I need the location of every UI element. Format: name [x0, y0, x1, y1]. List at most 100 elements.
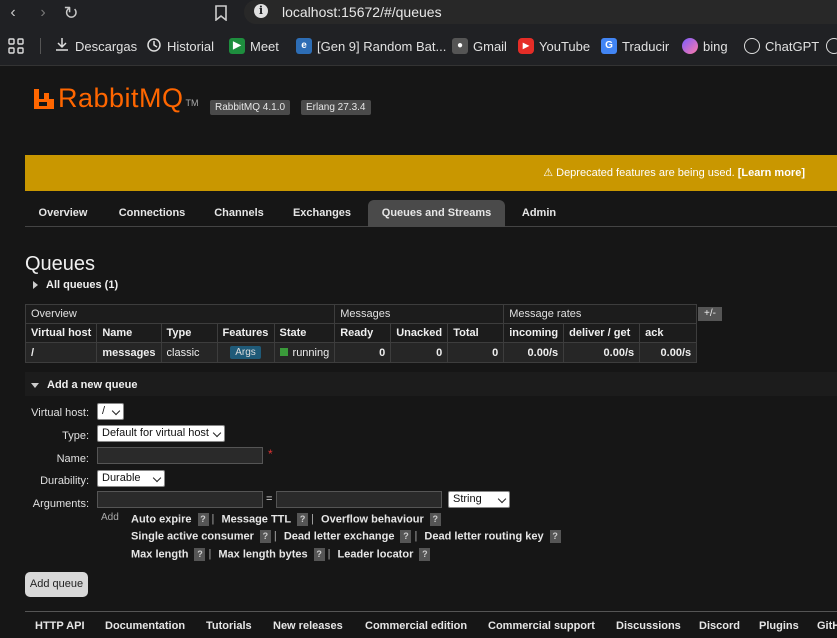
- col-incoming[interactable]: incoming: [503, 323, 565, 343]
- cell-ack: 0.00/s: [639, 342, 698, 363]
- reload-icon[interactable]: ↻: [60, 2, 82, 24]
- main-tabs: Overview Connections Channels Exchanges …: [25, 200, 837, 227]
- footer-http-api[interactable]: HTTP API: [35, 620, 85, 632]
- banner-text: ⚠ Deprecated features are being used.: [543, 167, 735, 179]
- footer-discussions[interactable]: Discussions: [616, 620, 681, 632]
- footer-links: HTTP API Documentation Tutorials New rel…: [25, 611, 837, 638]
- footer-github[interactable]: GitH: [817, 620, 837, 632]
- argument-helpers-row-1: Auto expire? | Message TTL? | Overflow beh…: [131, 513, 444, 526]
- argument-type-select[interactable]: String: [448, 491, 510, 508]
- helper-single-active-consumer[interactable]: Single active consumer: [131, 530, 254, 542]
- brand-name: RabbitMQ: [58, 83, 184, 113]
- translate-icon: G: [601, 38, 617, 54]
- col-deliver-get[interactable]: deliver / get: [563, 323, 641, 343]
- helper-auto-expire[interactable]: Auto expire: [131, 513, 192, 525]
- chevron-down-icon: [152, 473, 162, 483]
- col-type[interactable]: Type: [160, 323, 218, 343]
- col-ready[interactable]: Ready: [334, 323, 392, 343]
- bookmark-chatgpt[interactable]: ChatGPT: [744, 37, 819, 55]
- table-row[interactable]: / messages classic Args running 0 0 0 0.…: [24, 342, 698, 363]
- queue-name-link[interactable]: messages: [96, 342, 162, 363]
- footer-commercial-edition[interactable]: Commercial edition: [365, 620, 467, 632]
- tab-exchanges[interactable]: Exchanges: [281, 200, 363, 227]
- features-args-tag: Args: [230, 346, 261, 359]
- expand-arrow-icon: [33, 281, 38, 290]
- col-ack[interactable]: ack: [639, 323, 698, 343]
- helper-max-length[interactable]: Max length: [131, 548, 188, 560]
- bookmark-gmail[interactable]: ● Gmail: [452, 37, 507, 55]
- help-icon[interactable]: ?: [197, 513, 209, 526]
- cell-ready: 0: [334, 342, 392, 363]
- bookmark-star-icon[interactable]: [210, 2, 232, 24]
- column-toggle-button[interactable]: +/-: [698, 307, 722, 321]
- address-bar[interactable]: i localhost:15672/#/queues: [244, 0, 837, 24]
- name-label: Name:: [56, 453, 89, 465]
- col-state[interactable]: State: [273, 323, 336, 343]
- bookmark-gen9[interactable]: e [Gen 9] Random Bat...: [296, 37, 446, 55]
- footer-plugins[interactable]: Plugins: [759, 620, 799, 632]
- col-virtual-host[interactable]: Virtual host: [24, 323, 98, 343]
- help-icon[interactable]: ?: [297, 513, 309, 526]
- cell-deliver-get: 0.00/s: [563, 342, 641, 363]
- tab-channels[interactable]: Channels: [203, 200, 275, 227]
- footer-commercial-support[interactable]: Commercial support: [488, 620, 595, 632]
- help-icon[interactable]: ?: [429, 513, 441, 526]
- tab-overview[interactable]: Overview: [25, 200, 101, 227]
- bookmark-overflow-icon[interactable]: [826, 37, 837, 55]
- bookmark-bing[interactable]: bing: [682, 37, 728, 55]
- helper-leader-locator[interactable]: Leader locator: [338, 548, 414, 560]
- help-icon[interactable]: ?: [400, 530, 412, 543]
- help-icon[interactable]: ?: [313, 548, 325, 561]
- durability-select[interactable]: Durable: [97, 470, 165, 487]
- tab-connections[interactable]: Connections: [107, 200, 197, 227]
- youtube-icon: ▶: [518, 38, 534, 54]
- footer-discord[interactable]: Discord: [699, 620, 740, 632]
- bookmark-meet[interactable]: ▶ Meet: [229, 37, 279, 55]
- rabbitmq-logo[interactable]: RabbitMQ TM: [34, 84, 199, 112]
- all-queues-toggle[interactable]: All queues (1): [33, 279, 118, 291]
- virtual-host-select[interactable]: /: [97, 403, 124, 420]
- helper-dead-letter-routing-key[interactable]: Dead letter routing key: [424, 530, 543, 542]
- add-queue-button[interactable]: Add queue: [25, 572, 88, 597]
- bookmark-traducir[interactable]: G Traducir: [601, 37, 669, 55]
- durability-label: Durability:: [40, 475, 89, 487]
- col-name[interactable]: Name: [96, 323, 162, 343]
- helper-overflow-behaviour[interactable]: Overflow behaviour: [321, 513, 424, 525]
- apps-grid-icon[interactable]: [8, 37, 24, 55]
- argument-value-input[interactable]: [276, 491, 442, 508]
- tab-queues-and-streams[interactable]: Queues and Streams: [368, 200, 505, 227]
- helper-dead-letter-exchange[interactable]: Dead letter exchange: [284, 530, 395, 542]
- col-features[interactable]: Features: [216, 323, 275, 343]
- argument-key-input[interactable]: [97, 491, 263, 508]
- learn-more-link[interactable]: [Learn more]: [738, 167, 805, 179]
- forward-arrow-icon[interactable]: ›: [32, 2, 54, 24]
- help-icon[interactable]: ?: [194, 548, 206, 561]
- group-messages: Messages: [334, 304, 505, 324]
- footer-tutorials[interactable]: Tutorials: [206, 620, 252, 632]
- helper-max-length-bytes[interactable]: Max length bytes: [218, 548, 307, 560]
- col-total[interactable]: Total: [447, 323, 505, 343]
- help-icon[interactable]: ?: [259, 530, 271, 543]
- download-icon: [54, 37, 70, 56]
- queue-type-select[interactable]: Default for virtual host: [97, 425, 225, 442]
- site-info-icon[interactable]: i: [254, 4, 268, 18]
- help-icon[interactable]: ?: [419, 548, 431, 561]
- chevron-down-icon: [497, 494, 507, 504]
- bookmarks-bar: Descargas Historial ▶ Meet e [Gen 9] Ran…: [0, 26, 837, 66]
- back-arrow-icon[interactable]: ‹: [2, 2, 24, 24]
- tab-admin[interactable]: Admin: [511, 200, 567, 227]
- footer-documentation[interactable]: Documentation: [105, 620, 185, 632]
- queue-name-input[interactable]: [97, 447, 263, 464]
- edge-page-icon: e: [296, 38, 312, 54]
- bookmark-historial[interactable]: Historial: [146, 37, 214, 55]
- col-unacked[interactable]: Unacked: [390, 323, 449, 343]
- required-marker: *: [268, 447, 273, 461]
- bookmark-youtube[interactable]: ▶ YouTube: [518, 37, 590, 55]
- bookmark-descargas[interactable]: Descargas: [54, 37, 137, 55]
- help-icon[interactable]: ?: [549, 530, 561, 543]
- helper-message-ttl[interactable]: Message TTL: [221, 513, 291, 525]
- chevron-down-icon: [212, 428, 222, 438]
- add-queue-toggle[interactable]: Add a new queue: [31, 379, 137, 391]
- history-icon: [146, 37, 162, 56]
- footer-new-releases[interactable]: New releases: [273, 620, 343, 632]
